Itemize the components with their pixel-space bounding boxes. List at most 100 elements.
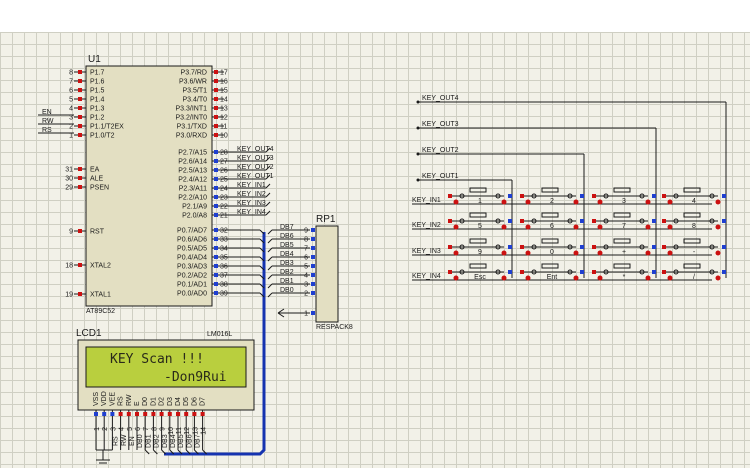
keypad-key[interactable]: 7	[592, 212, 656, 230]
lcd-pin-name: D1	[150, 397, 157, 406]
u1-pin-marker	[78, 292, 82, 296]
key-plunger	[541, 187, 559, 193]
lcd-pin-name: VDD	[101, 391, 108, 406]
lcd-pin-name: VSS	[93, 392, 100, 406]
u1-pin-marker	[214, 237, 218, 241]
key-label: Esc	[474, 274, 486, 281]
keypad-key[interactable]: 3	[592, 187, 656, 205]
keypad-matrix[interactable]: KEY_OUT4 KEY_OUT3 KEY_OUT2 KEY_OUT1 KEY_IN1 K…	[412, 95, 727, 281]
keypad-key[interactable]: *	[592, 263, 656, 281]
keypad-key[interactable]: 8	[662, 212, 726, 230]
u1-pin-marker	[214, 282, 218, 286]
lcd-pin-marker	[94, 412, 98, 416]
lcd-ctrl-net-label: RW	[121, 434, 128, 446]
key-pin-marker	[580, 270, 584, 274]
key-pin-marker	[520, 194, 524, 198]
keypad-key[interactable]: 6	[520, 212, 584, 230]
key-state-dot	[501, 224, 507, 230]
u1-pin-name: P3.2/INT0	[175, 115, 207, 122]
u1-pin-name: P2.2/A10	[178, 195, 207, 202]
key-label: Ent	[547, 274, 558, 281]
u1-pin-number: 30	[65, 176, 73, 183]
control-net-label: RW	[42, 118, 54, 125]
key-state-dot	[597, 275, 603, 281]
keypad-key[interactable]: /	[662, 263, 726, 281]
lcd-part-label: LM016L	[207, 331, 232, 338]
keypad-key[interactable]: -	[662, 238, 726, 256]
u1-pin-marker	[214, 150, 218, 154]
key-state-dot	[645, 250, 651, 256]
u1-pin-name: P3.0/RXD	[176, 133, 207, 140]
key-state-dot	[597, 250, 603, 256]
u1-pin-marker	[78, 133, 82, 137]
u1-pin-name: P1.1/T2EX	[90, 124, 124, 131]
key-state-dot	[645, 224, 651, 230]
u1-pin-name: RST	[90, 229, 105, 236]
key-pin-marker	[520, 219, 524, 223]
lcd-pin-name: VEE	[109, 392, 116, 406]
u1-pin-marker	[78, 88, 82, 92]
rp1-pin-number: 9	[304, 228, 308, 235]
rp1-pin-number: 8	[304, 237, 308, 244]
u1-ref-label: U1	[88, 54, 101, 65]
u1-part-label: AT89C52	[86, 308, 115, 315]
u1-pin-name: P1.5	[90, 88, 105, 95]
key-plunger	[541, 212, 559, 218]
keypad-key[interactable]: 4	[662, 187, 726, 205]
p2-net-label: KEY_IN2	[237, 191, 266, 198]
keypad-key[interactable]: +	[592, 238, 656, 256]
keypad-out-label: KEY_OUT1	[422, 173, 459, 180]
u1-pin-name: P0.6/AD6	[177, 237, 207, 244]
keypad-out-node	[416, 100, 420, 104]
p2-net-label: KEY_IN4	[237, 209, 266, 216]
rp1-body	[315, 225, 339, 323]
rp1-net-label: DB3	[280, 260, 294, 267]
rp1-pin-number: 4	[304, 273, 308, 280]
u1-pin-name: P2.5/A13	[178, 168, 207, 175]
u1-pin-marker	[78, 167, 82, 171]
lcd-pin-marker	[192, 412, 197, 416]
lcd-ref-label: LCD1	[76, 328, 102, 339]
key-pin-marker	[722, 219, 726, 223]
keypad-key[interactable]: 0	[520, 238, 584, 256]
u1-pin-number: 9	[69, 229, 73, 236]
u1-pin-marker	[78, 185, 82, 189]
u1-component[interactable]: U1 AT89C52 8 P1.7 7 P1.6 6 P1.5 5 P1.4 4 P1.3 3 P1.…	[65, 54, 228, 315]
key-pin-marker	[580, 194, 584, 198]
key-pin-marker	[652, 194, 656, 198]
keypad-key[interactable]: 9	[448, 238, 512, 256]
keypad-key[interactable]: 1	[448, 187, 512, 205]
u1-pin-number: 35	[220, 255, 228, 262]
u1-pin-number: 7	[69, 79, 73, 86]
keypad-key[interactable]: 2	[520, 187, 584, 205]
rp1-net-label: DB2	[280, 269, 294, 276]
key-plunger	[541, 263, 559, 269]
keypad-key[interactable]: 5	[448, 212, 512, 230]
keypad-key[interactable]: Esc	[448, 263, 512, 281]
key-state-dot	[501, 250, 507, 256]
bus-entry	[267, 256, 273, 262]
lcd-pin-marker	[200, 412, 205, 416]
lcd-pin-number: 9	[160, 427, 167, 431]
u1-pin-marker	[214, 124, 218, 128]
lcd-line-2: -Don9Rui	[164, 370, 227, 385]
key-pin-marker	[592, 219, 596, 223]
rp1-pin-number: 3	[304, 282, 308, 289]
key-state-dot	[597, 224, 603, 230]
u1-pin-number: 22	[220, 204, 228, 211]
u1-pin-marker	[214, 204, 218, 208]
rp1-pin-marker	[311, 311, 315, 315]
lcd-pin-number: 1	[94, 427, 101, 431]
u1-pin-marker	[214, 255, 218, 259]
u1-pin-name: EA	[90, 167, 100, 174]
rp1-component[interactable]: RP1 RESPACK8 9 8 7 6 5 4 3 2 1	[304, 214, 353, 331]
u1-pin-number: 5	[69, 97, 73, 104]
bus-entry	[267, 247, 273, 253]
schematic-canvas[interactable]: U1 AT89C52 8 P1.7 7 P1.6 6 P1.5 5 P1.4 4 P1.3 3 P1.…	[0, 32, 750, 468]
rp1-pin-number: 7	[304, 246, 308, 253]
lcd-component[interactable]: LCD1 LM016L KEY Scan !!! -Don9Rui VSS 1 VD…	[76, 328, 255, 455]
lcd-pin-marker	[151, 412, 156, 416]
key-label: +	[622, 249, 626, 256]
u1-pin-number: 39	[220, 291, 228, 298]
keypad-key[interactable]: Ent	[520, 263, 584, 281]
